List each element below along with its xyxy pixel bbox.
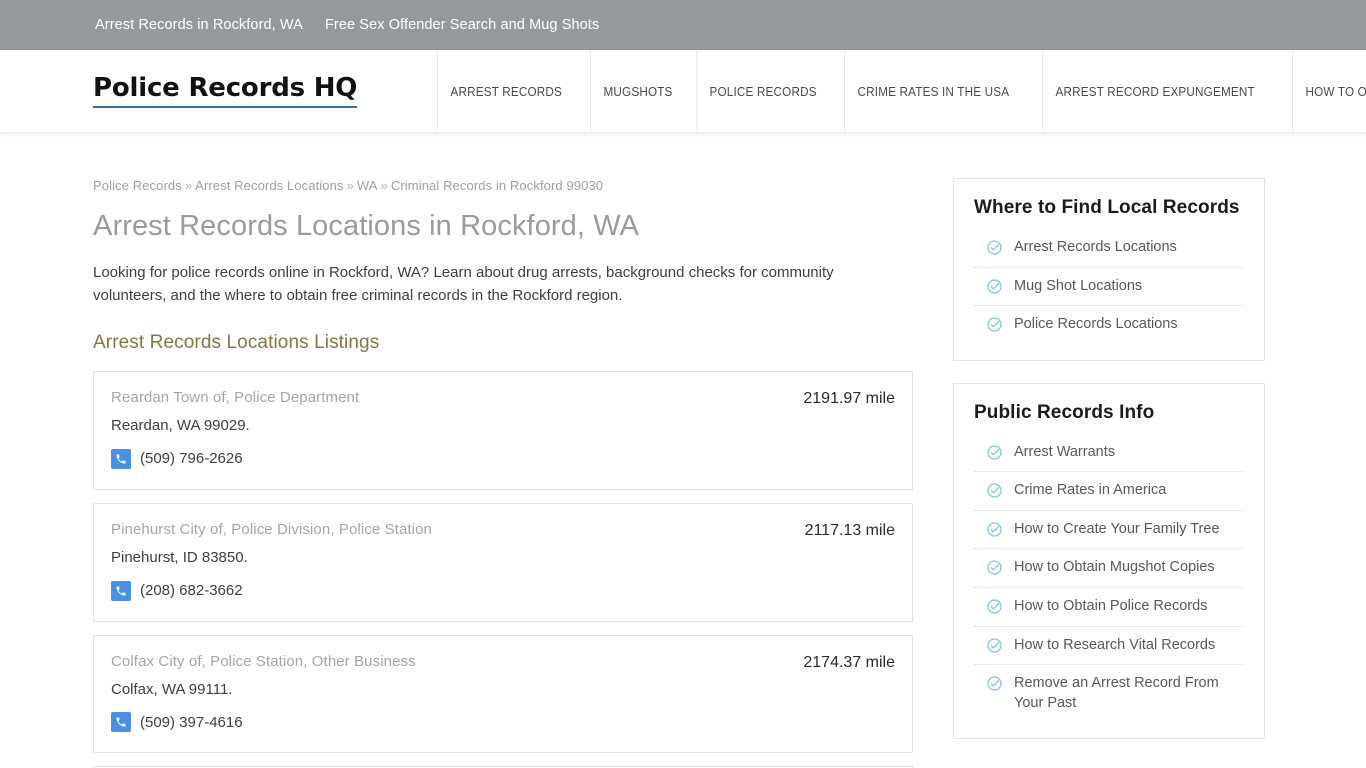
widget-public-records-info: Public Records Info Arrest Warrants Crim… — [953, 382, 1265, 740]
widget-link[interactable]: How to Obtain Mugshot Copies — [1014, 558, 1215, 578]
nav-item-arrest-records[interactable]: ARREST RECORDS — [437, 50, 575, 132]
widget-link[interactable]: Arrest Warrants — [1014, 443, 1115, 463]
widget-link[interactable]: How to Obtain Police Records — [1014, 597, 1207, 617]
circle-check-icon — [986, 316, 1003, 333]
site-header: Police Records HQ ARREST RECORDS MUGSHOT… — [0, 50, 1366, 132]
circle-check-icon — [986, 637, 1003, 654]
phone-icon — [111, 712, 131, 733]
listing-phone-row: (509) 397-4616 — [111, 712, 895, 733]
breadcrumb-separator: » — [184, 178, 193, 193]
nav-item-police-records[interactable]: POLICE RECORDS — [695, 50, 829, 132]
circle-check-icon — [986, 521, 1003, 538]
page-title: Arrest Records Locations in Rockford, WA — [93, 209, 640, 242]
list-item[interactable]: Remove an Arrest Record From Your Past — [974, 665, 1244, 722]
listing-phone[interactable]: (208) 682-3662 — [140, 582, 243, 599]
list-item[interactable]: How to Research Vital Records — [974, 627, 1244, 666]
list-item[interactable]: Police Records Locations — [974, 306, 1244, 344]
listing-address: Pinehurst, ID 83850. — [111, 549, 248, 567]
main-content: Police Records» Arrest Records Locations»… — [93, 178, 913, 768]
topbar-link-1[interactable]: Arrest Records in Rockford, WA — [95, 17, 303, 33]
widget-link[interactable]: Remove an Arrest Record From Your Past — [1014, 674, 1244, 713]
listing-name[interactable]: Pinehurst City of, Police Division, Poli… — [111, 521, 432, 540]
list-item[interactable]: How to Obtain Mugshot Copies — [974, 549, 1244, 588]
breadcrumb-separator: » — [380, 178, 388, 193]
list-item[interactable]: How to Create Your Family Tree — [974, 511, 1244, 550]
listing-card[interactable]: Colfax City of, Police Station, Other Bu… — [93, 634, 913, 754]
breadcrumb-item-police-records[interactable]: Police Records — [93, 178, 182, 193]
listing-distance: 2174.37 mile — [803, 653, 895, 671]
nav-item-mugshots[interactable]: MUGSHOTS — [590, 50, 685, 132]
nav-item-arrest-record-expungement[interactable]: ARREST RECORD EXPUNGEMENT — [1041, 50, 1267, 132]
widget-title: Public Records Info — [974, 401, 1155, 423]
listing-name[interactable]: Colfax City of, Police Station, Other Bu… — [111, 653, 416, 672]
circle-check-icon — [986, 482, 1003, 499]
widget-link[interactable]: Crime Rates in America — [1014, 481, 1166, 501]
breadcrumb-item-current[interactable]: Criminal Records in Rockford 99030 — [391, 178, 603, 193]
listing-card[interactable]: Reardan Town of, Police Department 2191.… — [93, 371, 913, 490]
circle-check-icon — [986, 278, 1003, 295]
circle-check-icon — [986, 444, 1003, 461]
listing-distance: 2191.97 mile — [803, 390, 895, 408]
circle-check-icon — [986, 598, 1003, 615]
widget-list: Arrest Records Locations Mug Shot Locati… — [974, 229, 1244, 344]
top-bar: Arrest Records in Rockford, WA Free Sex … — [0, 0, 1366, 50]
phone-icon — [111, 580, 131, 601]
listing-address: Colfax, WA 99111. — [111, 680, 233, 698]
sidebar: Where to Find Local Records Arrest Recor… — [953, 178, 1265, 768]
listing-phone-row: (208) 682-3662 — [111, 580, 895, 601]
intro-paragraph: Looking for police records online in Roc… — [93, 263, 834, 304]
main-navigation: ARREST RECORDS MUGSHOTS POLICE RECORDS C… — [437, 50, 1366, 132]
breadcrumb-item-arrest-records-locations[interactable]: Arrest Records Locations — [195, 178, 343, 193]
circle-check-icon — [986, 675, 1003, 692]
listings-section-title: Arrest Records Locations Listings — [93, 332, 380, 354]
breadcrumb-separator: » — [346, 178, 354, 193]
circle-check-icon — [986, 239, 1003, 256]
list-item[interactable]: Arrest Warrants — [974, 434, 1244, 473]
site-logo[interactable]: Police Records HQ — [93, 75, 357, 108]
breadcrumb: Police Records» Arrest Records Locations»… — [93, 178, 913, 195]
circle-check-icon — [986, 559, 1003, 576]
page-container: Police Records» Arrest Records Locations»… — [93, 132, 1273, 768]
listing-phone[interactable]: (509) 397-4616 — [140, 714, 243, 731]
listing-name[interactable]: Reardan Town of, Police Department — [111, 389, 359, 408]
widget-link[interactable]: Mug Shot Locations — [1014, 277, 1142, 297]
widget-list: Arrest Warrants Crime Rates in America H… — [974, 434, 1244, 723]
widget-title: Where to Find Local Records — [974, 197, 1240, 218]
widget-link[interactable]: Arrest Records Locations — [1014, 238, 1177, 258]
listing-phone-row: (509) 796-2626 — [111, 448, 895, 469]
widget-link[interactable]: Police Records Locations — [1014, 315, 1178, 335]
list-item[interactable]: Mug Shot Locations — [974, 268, 1244, 307]
top-bar-links: Arrest Records in Rockford, WA Free Sex … — [93, 17, 1273, 33]
list-item[interactable]: Crime Rates in America — [974, 472, 1244, 511]
list-item[interactable]: Arrest Records Locations — [974, 229, 1244, 268]
widget-link[interactable]: How to Create Your Family Tree — [1014, 520, 1220, 540]
listing-address: Reardan, WA 99029. — [111, 417, 250, 435]
phone-icon — [111, 448, 131, 469]
topbar-link-2[interactable]: Free Sex Offender Search and Mug Shots — [325, 17, 599, 33]
listing-phone[interactable]: (509) 796-2626 — [140, 450, 243, 467]
nav-item-how-to-obtain-public-records[interactable]: HOW TO OBTAIN PUBLIC RECORDS — [1292, 50, 1366, 132]
logo-container: Police Records HQ — [93, 50, 437, 132]
widget-where-to-find-local-records: Where to Find Local Records Arrest Recor… — [953, 178, 1265, 361]
nav-item-crime-rates-in-the-usa[interactable]: CRIME RATES IN THE USA — [843, 50, 1022, 132]
widget-link[interactable]: How to Research Vital Records — [1014, 636, 1215, 656]
listing-distance: 2117.13 mile — [804, 521, 895, 539]
breadcrumb-item-wa[interactable]: WA — [357, 178, 378, 193]
listing-card[interactable]: Pinehurst City of, Police Division, Poli… — [93, 502, 913, 622]
list-item[interactable]: How to Obtain Police Records — [974, 588, 1244, 627]
